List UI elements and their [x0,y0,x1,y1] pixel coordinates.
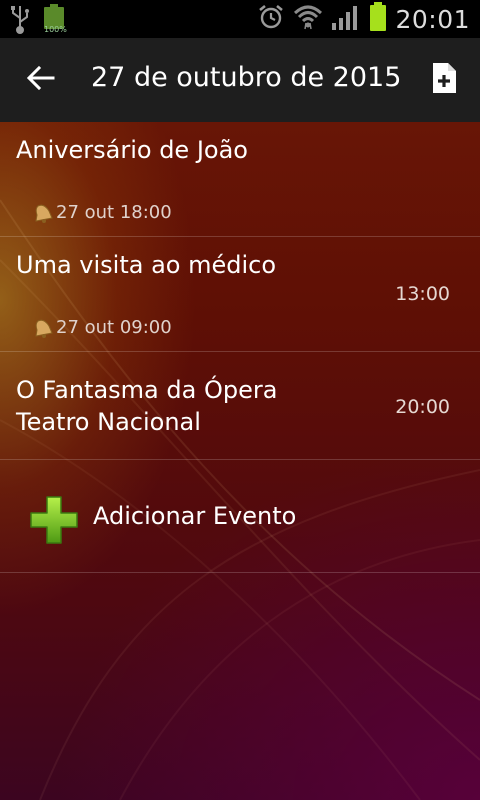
list-item[interactable]: Aniversário de João 27 out 18:00 [0,122,480,237]
status-bar: 100% 20:01 [0,0,480,38]
event-title: O Fantasma da Ópera [16,376,278,404]
back-button[interactable] [14,56,68,104]
event-time: 13:00 [395,283,450,305]
bell-icon [32,203,54,223]
bell-icon [32,318,54,338]
list-item[interactable]: O Fantasma da Ópera Teatro Nacional 20:0… [0,352,480,460]
usb-icon [8,4,32,38]
action-bar: 27 de outubro de 2015 [0,38,480,122]
list-item[interactable]: Uma visita ao médico 13:00 27 out 09:00 [0,237,480,352]
event-title: Aniversário de João [16,136,248,164]
event-reminder: 27 out 18:00 [32,202,172,223]
plus-icon [28,494,80,546]
event-reminder: 27 out 09:00 [32,317,172,338]
battery-percent-label: 100% [44,25,67,34]
event-title: Uma visita ao médico [16,251,277,279]
wifi-icon [293,3,323,35]
page-title: 27 de outubro de 2015 [91,62,402,93]
alarm-icon [257,3,285,35]
event-location: Teatro Nacional [16,408,201,436]
new-event-button[interactable] [420,56,468,104]
add-event-label: Adicionar Evento [93,502,297,530]
event-time: 20:00 [395,396,450,418]
add-event-button[interactable]: Adicionar Evento [0,460,480,573]
arrow-left-icon [26,65,55,94]
reminder-text: 27 out 09:00 [56,317,172,338]
reminder-text: 27 out 18:00 [56,202,172,223]
signal-icon [331,3,361,35]
event-list: Aniversário de João 27 out 18:00 Uma vis… [0,122,480,573]
new-document-icon [431,62,457,98]
battery-icon [369,2,387,36]
status-clock: 20:01 [395,4,470,34]
